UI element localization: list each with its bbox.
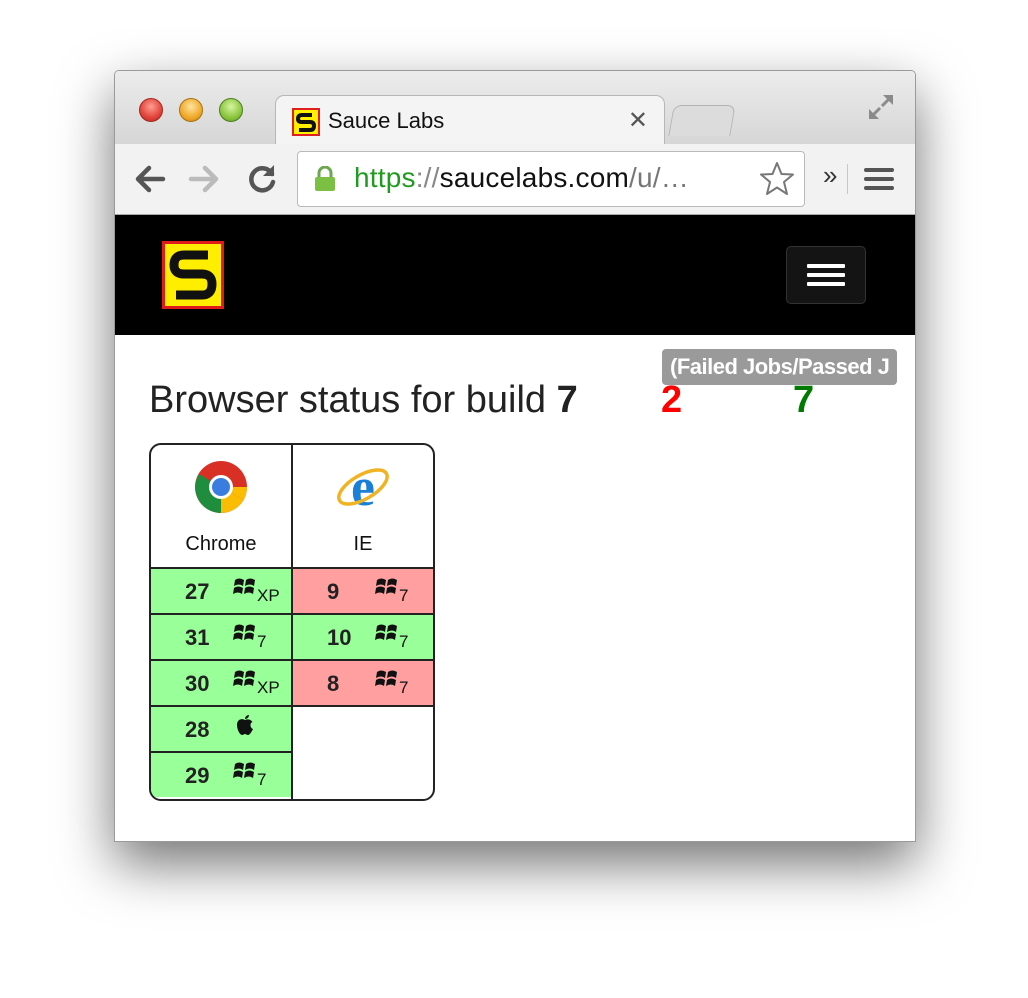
os-version: 7: [257, 770, 267, 789]
chrome-icon: [195, 461, 247, 513]
browser-version: 28: [185, 717, 210, 742]
job-cell[interactable]: 9 7: [293, 569, 433, 615]
browser-version: 9: [327, 579, 340, 604]
browser-window: Sauce Labs ✕ https://saucelabs.com/u/… »…: [114, 70, 916, 842]
url-host: saucelabs.com: [439, 162, 630, 193]
address-bar[interactable]: https://saucelabs.com/u/…: [297, 151, 805, 207]
windows-icon: [233, 762, 255, 778]
minimize-window-button[interactable]: [179, 98, 203, 122]
failed-jobs-count: 2: [661, 379, 683, 421]
browser-version: 30: [185, 671, 210, 696]
windows-icon: [233, 670, 255, 686]
chrome-header: Chrome: [151, 445, 291, 569]
chrome-column: Chrome 27 XP 31 7 30 XP 28 29 7: [151, 445, 293, 799]
ie-column: e IE 9 7 10 7 8 7: [293, 445, 433, 799]
svg-text:e: e: [351, 459, 375, 515]
reload-icon[interactable]: [245, 162, 279, 196]
bookmark-star-icon[interactable]: [758, 160, 796, 198]
windows-icon: [375, 670, 397, 686]
windows-icon: [375, 624, 397, 640]
tab-sauce-labs[interactable]: Sauce Labs ✕: [275, 95, 665, 146]
internet-explorer-icon: e: [337, 459, 389, 515]
url-scheme: https: [354, 162, 416, 193]
url-path: /u/…: [629, 162, 689, 193]
job-cell[interactable]: 8 7: [293, 661, 433, 707]
os-version: 7: [399, 678, 409, 697]
browser-version: 8: [327, 671, 340, 696]
close-window-button[interactable]: [139, 98, 163, 122]
sauce-labs-favicon-icon: [292, 108, 320, 136]
windows-icon: [233, 578, 255, 594]
job-cell[interactable]: 29 7: [151, 753, 291, 797]
menu-bar: [807, 264, 845, 268]
menu-bar: [807, 273, 845, 277]
tab-close-icon[interactable]: ✕: [628, 106, 648, 135]
legend-tooltip: (Failed Jobs/Passed J: [662, 349, 898, 385]
sauce-labs-logo[interactable]: [162, 241, 224, 309]
tab-title: Sauce Labs: [328, 108, 445, 133]
os-version: XP: [257, 678, 280, 697]
site-header: [115, 215, 915, 335]
browser-version: 27: [185, 579, 210, 604]
job-cell[interactable]: 10 7: [293, 615, 433, 661]
os-version: XP: [257, 586, 280, 605]
windows-icon: [233, 624, 255, 640]
extensions-overflow-button[interactable]: »: [823, 160, 837, 191]
page-content: (Failed Jobs/Passed J Browser status for…: [115, 335, 915, 841]
chrome-menu-icon[interactable]: [863, 166, 895, 192]
os-version: 7: [399, 632, 409, 651]
url-separator: ://: [415, 162, 440, 193]
browser-toolbar: https://saucelabs.com/u/… »: [115, 144, 915, 215]
heading-text: Browser status for build: [149, 379, 547, 421]
page-heading: Browser status for build 7: [149, 379, 578, 422]
passed-jobs-count: 7: [793, 379, 815, 421]
browser-name-chrome: Chrome: [185, 533, 257, 555]
os-version: 7: [257, 632, 267, 651]
windows-icon: [375, 578, 397, 594]
fullscreen-icon[interactable]: [865, 91, 897, 123]
lock-icon: [315, 166, 335, 191]
ie-header: e IE: [293, 445, 433, 569]
browser-version: 29: [185, 763, 210, 788]
browser-version: 31: [185, 625, 210, 650]
job-cell[interactable]: 28: [151, 707, 291, 753]
job-cell[interactable]: 27 XP: [151, 569, 291, 615]
site-menu-button[interactable]: [786, 246, 866, 304]
menu-bar: [807, 282, 845, 286]
browser-matrix: Chrome 27 XP 31 7 30 XP 28 29 7 e IE 9 7…: [149, 443, 435, 801]
zoom-window-button[interactable]: [219, 98, 243, 122]
back-arrow-icon[interactable]: [133, 162, 167, 196]
job-cell[interactable]: 31 7: [151, 615, 291, 661]
browser-version: 10: [327, 625, 352, 650]
forward-arrow-icon[interactable]: [187, 162, 221, 196]
toolbar-divider: [847, 164, 848, 194]
build-number: 7: [556, 379, 578, 421]
tab-strip: Sauce Labs ✕: [115, 71, 915, 146]
os-version: 7: [399, 586, 409, 605]
url-text: https://saucelabs.com/u/…: [354, 162, 689, 194]
job-cell[interactable]: 30 XP: [151, 661, 291, 707]
browser-name-ie: IE: [353, 533, 373, 555]
new-tab-button[interactable]: [668, 105, 736, 136]
apple-icon: [237, 715, 253, 735]
